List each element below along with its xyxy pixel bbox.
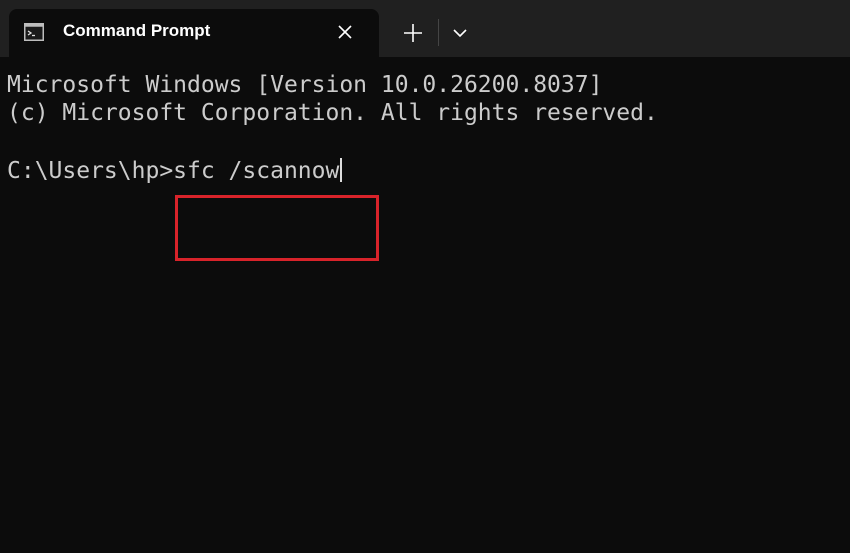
- command-text[interactable]: sfc /scannow: [173, 158, 339, 184]
- terminal-window: Command Prompt Microsoft Windows [Versio…: [0, 0, 850, 553]
- command-line[interactable]: C:\Users\hp>sfc /scannow: [7, 157, 343, 185]
- title-bar: Command Prompt: [0, 0, 850, 57]
- tab-title: Command Prompt: [63, 21, 211, 40]
- command-highlight-box: [175, 195, 379, 261]
- plus-icon[interactable]: [398, 19, 428, 47]
- command-prompt-icon: [24, 23, 44, 41]
- chevron-down-icon[interactable]: [446, 19, 474, 47]
- text-cursor: [340, 158, 343, 182]
- tab-command-prompt[interactable]: Command Prompt: [9, 9, 379, 57]
- prompt: C:\Users\hp>: [7, 158, 174, 184]
- copyright-line: (c) Microsoft Corporation. All rights re…: [7, 100, 658, 126]
- version-line: Microsoft Windows [Version 10.0.26200.80…: [7, 72, 603, 98]
- close-icon[interactable]: [335, 22, 355, 42]
- tab-separator: [438, 19, 439, 46]
- terminal-output[interactable]: Microsoft Windows [Version 10.0.26200.80…: [0, 57, 850, 553]
